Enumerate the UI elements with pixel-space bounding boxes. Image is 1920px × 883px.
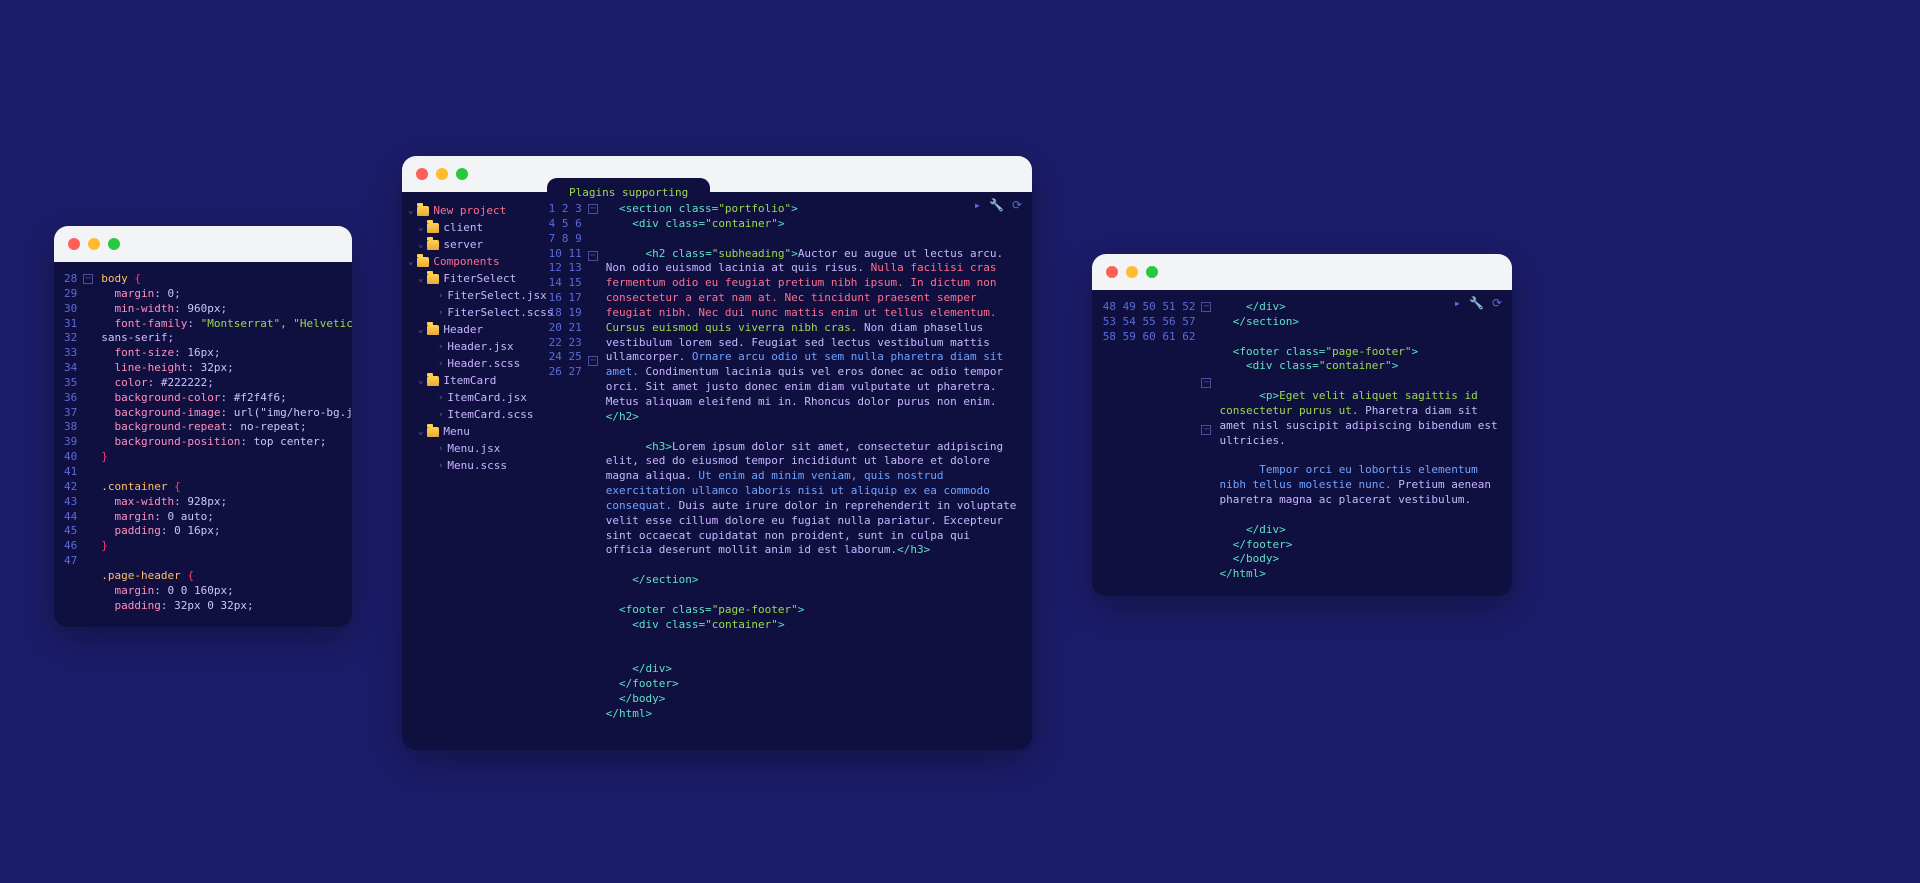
tree-item[interactable]: ⌄ Header [406,321,523,338]
chevron-icon[interactable]: ⌄ [418,240,423,250]
tree-label: Components [433,255,499,268]
folder-icon [427,223,439,233]
chevron-icon[interactable]: ⌄ [418,223,423,233]
chevron-icon[interactable]: › [438,444,443,454]
tree-label: server [443,238,483,251]
minimize-icon[interactable] [88,238,100,250]
tree-item[interactable]: ⌄ Components [406,253,523,270]
folder-icon [417,206,429,216]
folder-icon [427,240,439,250]
line-gutter: 28 29 30 31 32 33 34 35 36 37 38 39 40 4… [54,262,83,627]
code-area[interactable]: body { margin: 0; min-width: 960px; font… [99,262,352,627]
tree-item[interactable]: ›FiterSelect.scss [406,304,523,321]
tree-label: Menu [443,425,470,438]
chevron-icon[interactable]: ⌄ [418,376,423,386]
titlebar [1092,254,1512,290]
maximize-icon[interactable] [456,168,468,180]
tree-item[interactable]: ›FiterSelect.jsx [406,287,523,304]
chevron-icon[interactable]: › [438,410,443,420]
folder-icon [427,376,439,386]
refresh-icon[interactable]: ⟳ [1012,198,1022,212]
chevron-icon[interactable]: ⌄ [408,206,413,216]
tree-item[interactable]: ⌄ Menu [406,423,523,440]
tree-label: ItemCard.scss [447,408,533,421]
tree-item[interactable]: › Menu.jsx [406,440,523,457]
refresh-icon[interactable]: ⟳ [1492,296,1502,310]
maximize-icon[interactable] [108,238,120,250]
tree-label: Menu.jsx [447,442,500,455]
tree-label: Header [443,323,483,336]
fold-gutter [1201,290,1217,596]
tree-item[interactable]: ›ItemCard.scss [406,406,523,423]
code-area[interactable]: <section class="portfolio"> <div class="… [604,192,1032,750]
fold-gutter [83,262,99,627]
line-gutter: 1 2 3 4 5 6 7 8 9 10 11 12 13 14 15 16 1… [527,192,588,750]
editor-window-html: ▸ 🔧 ⟳ 48 49 50 51 52 53 54 55 56 57 58 5… [1092,254,1512,596]
editor-toolbar: ▸ 🔧 ⟳ [1454,296,1502,310]
code-area[interactable]: </div> </section> <footer class="page-fo… [1217,290,1512,596]
chevron-icon[interactable]: › [438,461,443,471]
chevron-icon[interactable]: › [438,342,443,352]
close-icon[interactable] [68,238,80,250]
titlebar [54,226,352,262]
fold-gutter [588,192,604,750]
tree-item[interactable]: ⌄ ItemCard [406,372,523,389]
tree-label: Header.scss [447,357,520,370]
editor-window-main: Plagins supporting ⌄ New project ⌄ client ⌄ s… [402,156,1032,750]
folder-icon [427,325,439,335]
tree-label: New project [433,204,506,217]
tree-item[interactable]: ⌄ server [406,236,523,253]
tree-label: Header.jsx [447,340,513,353]
tree-item[interactable]: ⌄ client [406,219,523,236]
editor-toolbar: ▸ 🔧 ⟳ [974,198,1022,212]
folder-icon [427,427,439,437]
tree-label: Menu.scss [447,459,507,472]
chevron-icon[interactable]: ⌄ [418,427,423,437]
tree-item[interactable]: ⌄ New project [406,202,523,219]
tree-label: ItemCard [443,374,496,387]
tree-item[interactable]: › ItemCard.jsx [406,389,523,406]
tree-item[interactable]: › Header.jsx [406,338,523,355]
line-gutter: 48 49 50 51 52 53 54 55 56 57 58 59 60 6… [1092,290,1201,596]
chevron-icon[interactable]: › [438,291,443,301]
titlebar: Plagins supporting [402,156,1032,192]
chevron-icon[interactable]: › [438,359,443,369]
play-icon[interactable]: ▸ [1454,296,1461,310]
chevron-icon[interactable]: ⌄ [418,274,423,284]
chevron-icon[interactable]: ⌄ [408,257,413,267]
minimize-icon[interactable] [436,168,448,180]
play-icon[interactable]: ▸ [974,198,981,212]
chevron-icon[interactable]: › [438,393,443,403]
tree-item[interactable]: ⌄ FiterSelect [406,270,523,287]
chevron-icon[interactable]: ⌄ [418,325,423,335]
file-tree[interactable]: ⌄ New project ⌄ client ⌄ server ⌄ Components ⌄ Fi… [402,192,527,750]
tree-item[interactable]: › Menu.scss [406,457,523,474]
wrench-icon[interactable]: 🔧 [1469,296,1484,310]
folder-icon [427,274,439,284]
chevron-icon[interactable]: › [438,308,443,318]
close-icon[interactable] [416,168,428,180]
close-icon[interactable] [1106,266,1118,278]
editor-window-css: ▸ 🔧 ⟳ 28 29 30 31 32 33 34 35 36 37 38 3… [54,226,352,627]
minimize-icon[interactable] [1126,266,1138,278]
tree-label: FiterSelect [443,272,516,285]
tree-label: ItemCard.jsx [447,391,526,404]
wrench-icon[interactable]: 🔧 [989,198,1004,212]
tree-item[interactable]: › Header.scss [406,355,523,372]
maximize-icon[interactable] [1146,266,1158,278]
tree-label: client [443,221,483,234]
folder-icon [417,257,429,267]
